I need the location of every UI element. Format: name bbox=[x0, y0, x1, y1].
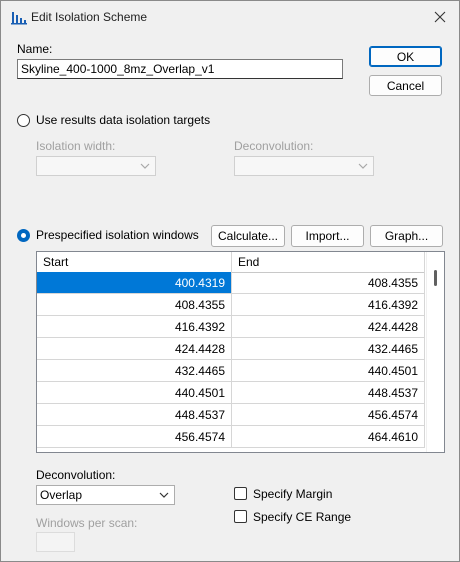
start-cell[interactable]: 416.4392 bbox=[37, 316, 232, 338]
title-bar: Edit Isolation Scheme bbox=[1, 1, 459, 32]
scrollbar-thumb[interactable] bbox=[434, 270, 437, 286]
deconvolution-top-select[interactable] bbox=[234, 156, 374, 176]
calculate-button[interactable]: Calculate... bbox=[211, 225, 285, 247]
app-icon bbox=[11, 9, 27, 25]
end-cell[interactable]: 464.4610 bbox=[232, 426, 425, 448]
table-row[interactable]: 416.4392 424.4428 bbox=[37, 316, 425, 338]
end-cell[interactable]: 408.4355 bbox=[232, 272, 425, 294]
name-label: Name: bbox=[17, 42, 53, 56]
prespecified-windows-label: Prespecified isolation windows bbox=[36, 228, 199, 242]
specify-margin-checkbox[interactable] bbox=[234, 487, 247, 500]
start-cell[interactable]: 400.4319 bbox=[37, 272, 232, 294]
end-cell[interactable]: 448.4537 bbox=[232, 382, 425, 404]
start-cell[interactable]: 448.4537 bbox=[37, 404, 232, 426]
table-row[interactable]: 408.4355 416.4392 bbox=[37, 294, 425, 316]
start-cell[interactable]: 408.4355 bbox=[37, 294, 232, 316]
graph-button[interactable]: Graph... bbox=[370, 225, 443, 247]
table-row[interactable]: 432.4465 440.4501 bbox=[37, 360, 425, 382]
isolation-windows-grid[interactable]: Start End 400.4319 408.4355 408.4355 416… bbox=[36, 251, 445, 453]
vertical-scrollbar[interactable] bbox=[426, 252, 444, 452]
prespecified-windows-radio[interactable] bbox=[17, 229, 30, 242]
column-header-start[interactable]: Start bbox=[37, 252, 232, 272]
start-cell[interactable]: 440.4501 bbox=[37, 382, 232, 404]
chevron-down-icon bbox=[159, 492, 169, 498]
deconvolution-label: Deconvolution: bbox=[36, 468, 116, 482]
end-cell[interactable]: 424.4428 bbox=[232, 316, 425, 338]
specify-ce-range-label: Specify CE Range bbox=[253, 510, 352, 524]
isolation-width-select[interactable] bbox=[36, 156, 156, 176]
results-targets-radio[interactable] bbox=[17, 114, 30, 127]
close-button[interactable] bbox=[427, 5, 453, 29]
windows-per-scan-field[interactable] bbox=[36, 532, 75, 552]
deconvolution-select[interactable]: Overlap bbox=[36, 485, 175, 505]
start-cell[interactable]: 424.4428 bbox=[37, 338, 232, 360]
chevron-down-icon bbox=[140, 163, 150, 169]
ok-button[interactable]: OK bbox=[369, 46, 442, 67]
start-cell[interactable]: 432.4465 bbox=[37, 360, 232, 382]
grid-header: Start End bbox=[37, 252, 425, 273]
specify-ce-range-checkbox[interactable] bbox=[234, 510, 247, 523]
column-header-end[interactable]: End bbox=[232, 252, 425, 272]
end-cell[interactable]: 416.4392 bbox=[232, 294, 425, 316]
end-cell[interactable]: 440.4501 bbox=[232, 360, 425, 382]
start-cell[interactable]: 456.4574 bbox=[37, 426, 232, 448]
end-cell[interactable]: 456.4574 bbox=[232, 404, 425, 426]
results-targets-label: Use results data isolation targets bbox=[36, 113, 211, 127]
isolation-width-label: Isolation width: bbox=[36, 139, 116, 153]
table-row[interactable]: 448.4537 456.4574 bbox=[37, 404, 425, 426]
table-row[interactable]: 440.4501 448.4537 bbox=[37, 382, 425, 404]
cancel-button[interactable]: Cancel bbox=[369, 75, 442, 96]
edit-isolation-scheme-dialog: Edit Isolation Scheme Name: Skyline_400-… bbox=[0, 0, 460, 562]
name-field[interactable]: Skyline_400-1000_8mz_Overlap_v1 bbox=[17, 59, 343, 79]
window-title: Edit Isolation Scheme bbox=[31, 10, 148, 24]
table-row[interactable]: 456.4574 464.4610 bbox=[37, 426, 425, 448]
specify-margin-label: Specify Margin bbox=[253, 487, 333, 501]
close-icon bbox=[434, 11, 446, 23]
deconvolution-top-label: Deconvolution: bbox=[234, 139, 314, 153]
table-row[interactable]: 424.4428 432.4465 bbox=[37, 338, 425, 360]
deconvolution-value: Overlap bbox=[40, 488, 83, 502]
end-cell[interactable]: 432.4465 bbox=[232, 338, 425, 360]
windows-per-scan-label: Windows per scan: bbox=[36, 516, 138, 530]
chevron-down-icon bbox=[358, 163, 368, 169]
import-button[interactable]: Import... bbox=[291, 225, 364, 247]
table-row[interactable]: 400.4319 408.4355 bbox=[37, 272, 425, 294]
